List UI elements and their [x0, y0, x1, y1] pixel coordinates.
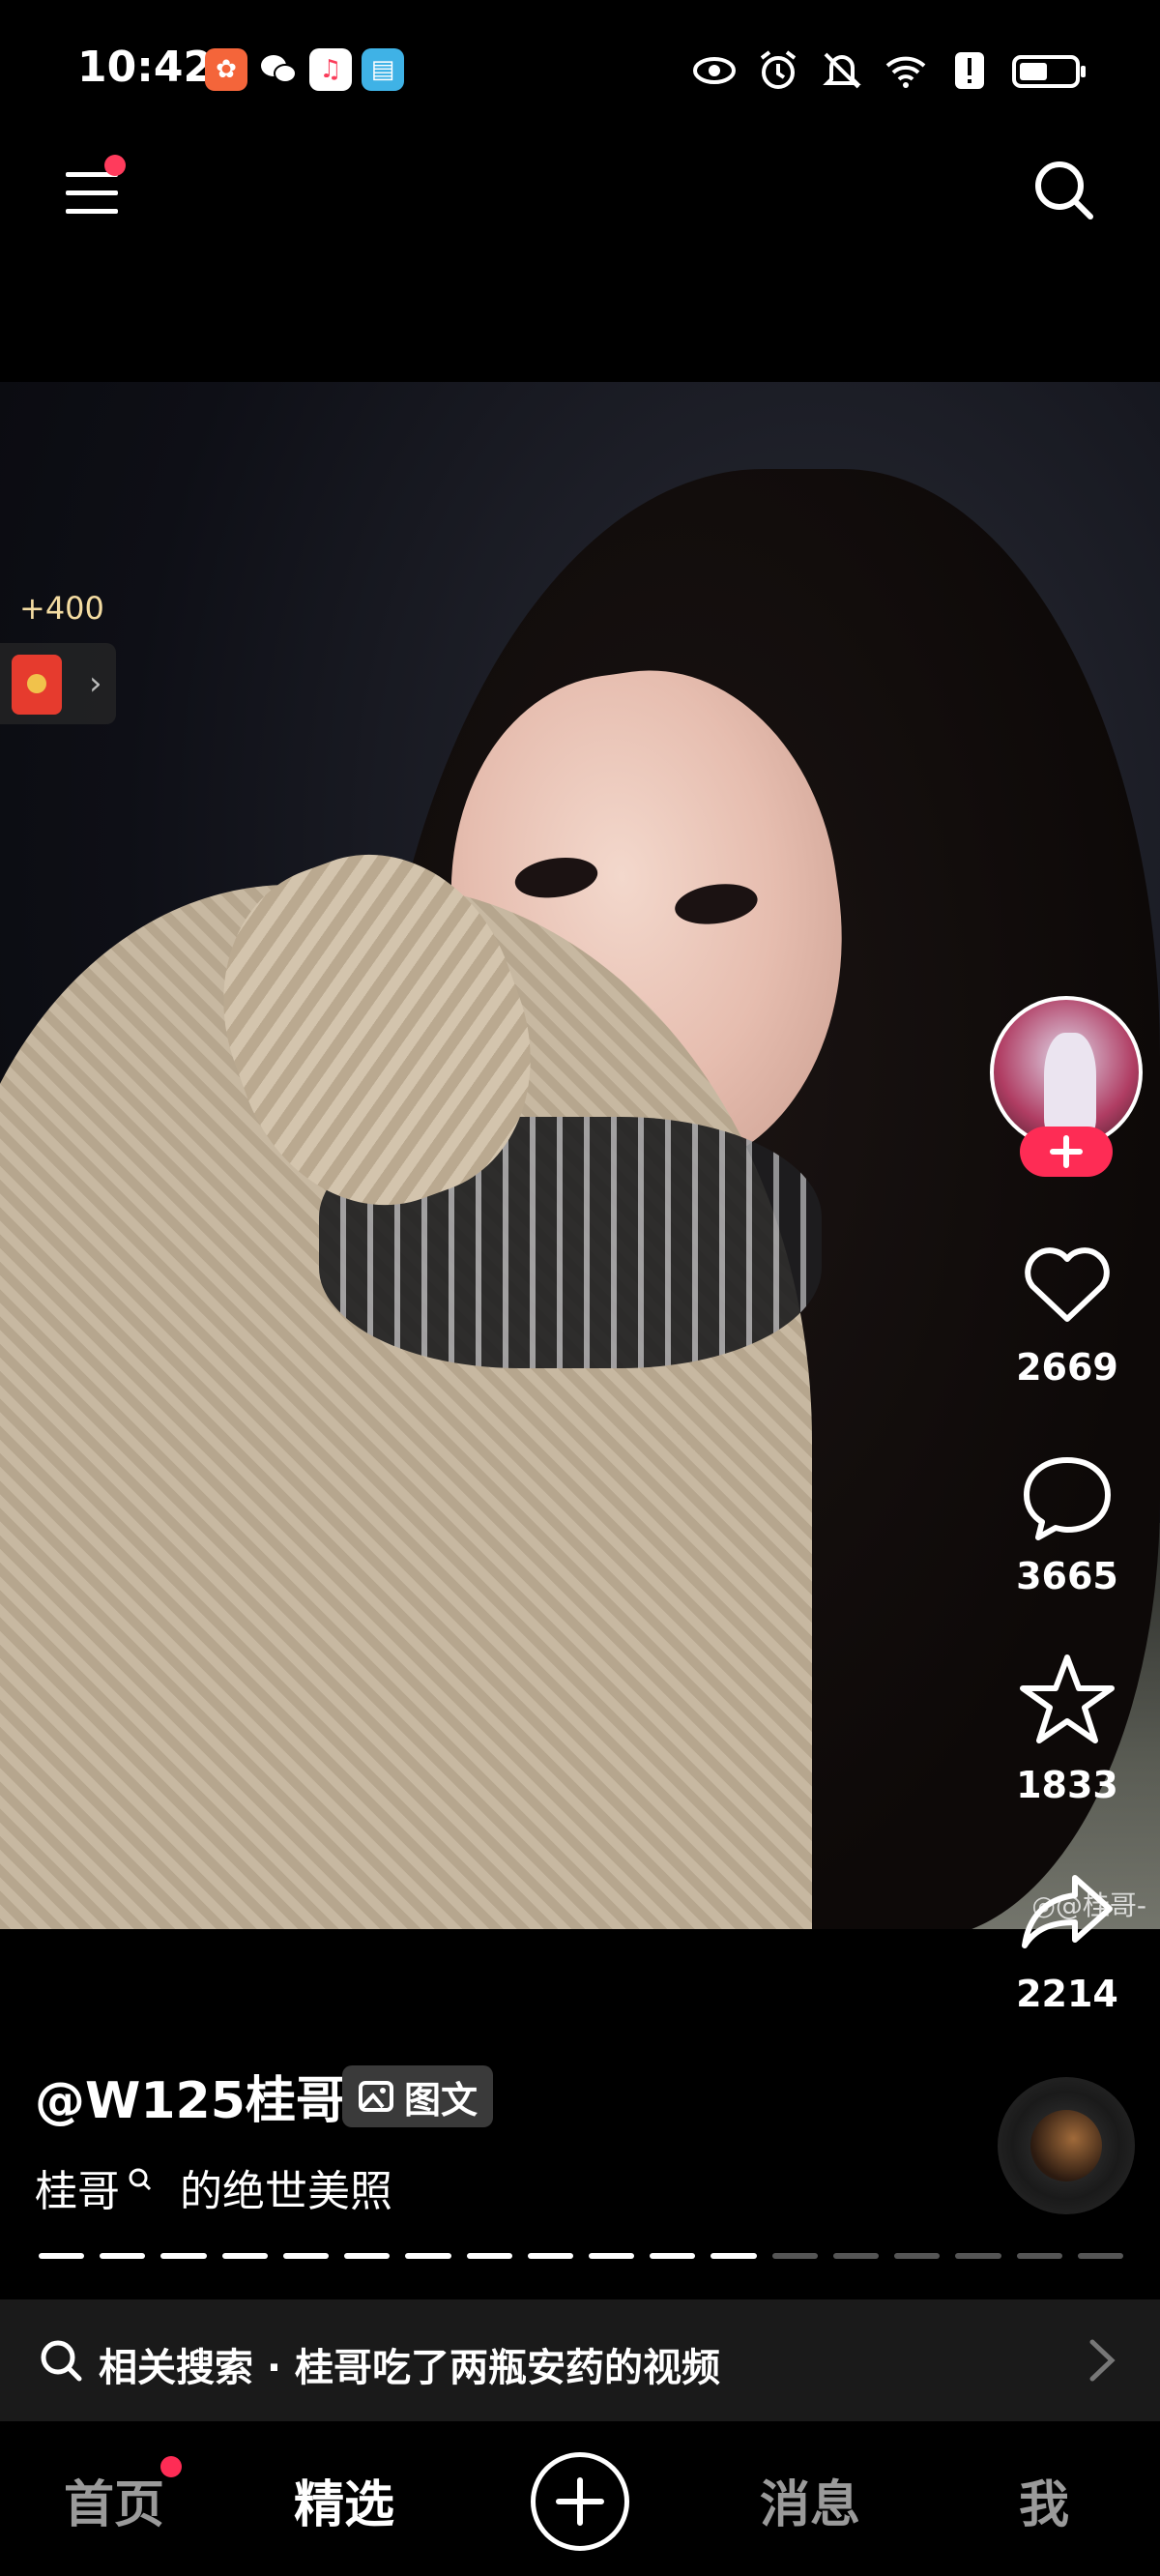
photo-eye-right	[672, 879, 761, 929]
reward-amount: +400	[19, 590, 104, 627]
status-time: 10:42	[77, 43, 214, 92]
author-name[interactable]: @W125桂哥	[35, 2060, 346, 2132]
share-count: 2214	[1016, 1973, 1118, 2015]
menu-notification-dot	[104, 155, 126, 176]
search-icon[interactable]	[1032, 159, 1096, 222]
wechat-icon	[257, 48, 300, 91]
nav-featured[interactable]: 精选	[294, 2464, 394, 2536]
progress-dash	[527, 2253, 573, 2259]
alert-icon	[955, 52, 984, 89]
music-cover	[1030, 2110, 1102, 2181]
progress-dash	[588, 2253, 635, 2259]
related-search-text: 相关搜索 · 桂哥吃了两瓶安药的视频	[99, 2346, 721, 2390]
post-type-chip: 图文	[342, 2065, 494, 2127]
reward-widget[interactable]: ›	[0, 643, 116, 724]
favorite-count: 1833	[1016, 1764, 1118, 1806]
book-icon: ▤	[362, 48, 404, 91]
share-icon[interactable]	[1019, 1862, 1116, 1959]
eye-icon	[693, 57, 736, 84]
progress-dash	[405, 2253, 451, 2259]
music-icon: ♫	[309, 48, 352, 91]
progress-dash	[710, 2253, 757, 2259]
plus-icon	[1050, 1135, 1083, 1168]
progress-dash	[771, 2253, 818, 2259]
chevron-right-icon: ›	[89, 664, 102, 703]
follow-button[interactable]	[1020, 1127, 1113, 1177]
progress-dash	[466, 2253, 512, 2259]
red-packet-icon	[12, 655, 62, 715]
heart-icon[interactable]	[1019, 1236, 1116, 1332]
progress-dash	[221, 2253, 268, 2259]
progress-dash	[160, 2253, 207, 2259]
post-photo[interactable]: ◎@桂哥-	[0, 382, 1160, 1929]
image-icon	[359, 2081, 393, 2112]
progress-dash	[39, 2253, 85, 2259]
status-app-icons: ✿ ♫ ▤	[205, 48, 404, 91]
like-count: 2669	[1016, 1346, 1118, 1389]
plus-icon	[556, 2477, 604, 2526]
photo-eye-left	[512, 852, 600, 903]
progress-dash	[894, 2253, 941, 2259]
nav-home[interactable]: 首页	[64, 2464, 164, 2536]
progress-dash	[650, 2253, 696, 2259]
progress-dash	[832, 2253, 880, 2259]
progress-dash	[100, 2253, 146, 2259]
progress-dash	[1016, 2253, 1062, 2259]
status-right-icons	[692, 48, 1088, 93]
chevron-right-icon	[1089, 2339, 1116, 2382]
image-progress-indicator	[39, 2253, 1123, 2259]
alarm-icon	[760, 50, 797, 89]
post-caption: 桂哥 的绝世美照	[35, 2156, 392, 2218]
music-disc[interactable]	[998, 2077, 1135, 2214]
avatar-figure	[1044, 1033, 1096, 1139]
kuaishou-icon: ✿	[205, 48, 247, 91]
wifi-icon	[885, 56, 926, 88]
post-type-label: 图文	[404, 2078, 478, 2122]
search-icon	[41, 2340, 82, 2382]
battery-icon	[1012, 55, 1086, 88]
status-bar: 10:42 ✿ ♫ ▤	[0, 0, 1160, 145]
nav-home-notification-dot	[160, 2456, 182, 2477]
star-icon[interactable]	[1019, 1652, 1116, 1748]
mini-search-icon	[129, 2168, 152, 2191]
progress-dash	[282, 2253, 330, 2259]
progress-dash	[344, 2253, 391, 2259]
related-search-bar[interactable]: 相关搜索 · 桂哥吃了两瓶安药的视频	[0, 2299, 1160, 2421]
progress-dash	[1077, 2253, 1123, 2259]
create-post-button[interactable]	[531, 2452, 629, 2551]
progress-dash	[955, 2253, 1001, 2259]
comment-count: 3665	[1016, 1555, 1118, 1597]
nav-messages[interactable]: 消息	[760, 2464, 860, 2536]
mute-bell-icon	[823, 52, 861, 89]
caption-text: 的绝世美照	[180, 2167, 392, 2216]
caption-keyword[interactable]: 桂哥	[35, 2156, 120, 2218]
nav-me[interactable]: 我	[1019, 2464, 1069, 2536]
comment-icon[interactable]	[1019, 1449, 1116, 1545]
